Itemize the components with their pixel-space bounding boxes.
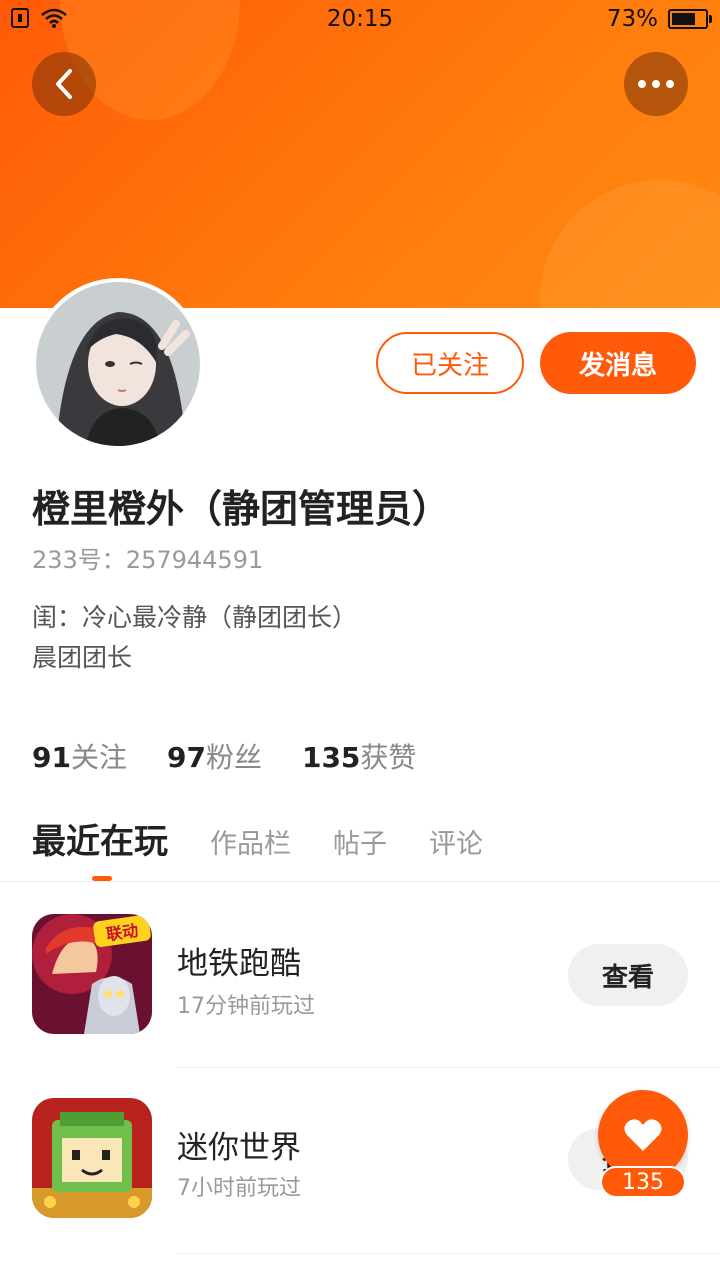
chevron-left-icon bbox=[56, 69, 72, 99]
cover-decoration bbox=[540, 180, 720, 308]
avatar-image bbox=[36, 282, 200, 446]
user-id: 233号：257944591 bbox=[32, 546, 264, 574]
subway-surfers-icon: 联动 bbox=[32, 914, 152, 1034]
bio-line: 晨团团长 bbox=[32, 643, 133, 672]
tab-works[interactable]: 作品栏 bbox=[210, 822, 291, 861]
profile-tabs: 最近在玩 作品栏 帖子 评论 bbox=[32, 814, 525, 863]
battery-percent: 73% bbox=[606, 6, 658, 32]
tab-recent-played[interactable]: 最近在玩 bbox=[32, 814, 168, 863]
stat-number: 97 bbox=[166, 741, 206, 774]
mini-world-icon bbox=[32, 1098, 152, 1218]
game-last-played: 17分钟前玩过 bbox=[177, 994, 315, 1019]
profile-stats: 91关注 97粉丝 135获赞 bbox=[32, 736, 416, 776]
stat-number: 135 bbox=[301, 741, 361, 774]
tab-comments[interactable]: 评论 bbox=[429, 822, 483, 861]
view-button[interactable]: 查看 bbox=[568, 944, 688, 1006]
profile-name: 橙里橙外（静团管理员） bbox=[32, 487, 451, 531]
stat-following[interactable]: 91关注 bbox=[32, 736, 127, 776]
more-button[interactable] bbox=[624, 52, 688, 116]
stat-label: 获赞 bbox=[360, 741, 417, 774]
heart-icon bbox=[624, 1119, 662, 1151]
stat-number: 91 bbox=[32, 741, 71, 774]
send-message-button[interactable]: 发消息 bbox=[540, 332, 696, 394]
battery-fill bbox=[672, 13, 695, 25]
like-count: 135 bbox=[600, 1166, 686, 1198]
profile-bio: 闺：冷心最冷静（静团团长） 晨团团长 bbox=[32, 598, 357, 678]
followed-button[interactable]: 已关注 bbox=[376, 332, 524, 394]
bio-line: 闺：冷心最冷静（静团团长） bbox=[32, 603, 358, 632]
back-button[interactable] bbox=[32, 52, 96, 116]
status-right: 73% bbox=[606, 6, 712, 32]
profile-cover bbox=[0, 0, 720, 308]
game-last-played: 7小时前玩过 bbox=[177, 1176, 301, 1201]
avatar[interactable] bbox=[32, 278, 204, 450]
stat-label: 关注 bbox=[70, 741, 127, 774]
game-list-item[interactable]: 联动 地铁跑酷 17分钟前玩过 查看 bbox=[0, 882, 720, 1068]
stat-likes[interactable]: 135获赞 bbox=[302, 736, 416, 776]
game-title: 迷你世界 bbox=[177, 1130, 301, 1166]
status-bar: 20:15 73% bbox=[0, 0, 720, 40]
stat-label: 粉丝 bbox=[205, 741, 262, 774]
game-title: 地铁跑酷 bbox=[177, 946, 301, 982]
more-icon bbox=[638, 80, 674, 88]
tab-posts[interactable]: 帖子 bbox=[333, 822, 387, 861]
stat-fans[interactable]: 97粉丝 bbox=[167, 736, 262, 776]
divider bbox=[177, 1253, 720, 1254]
battery-icon bbox=[668, 9, 712, 29]
